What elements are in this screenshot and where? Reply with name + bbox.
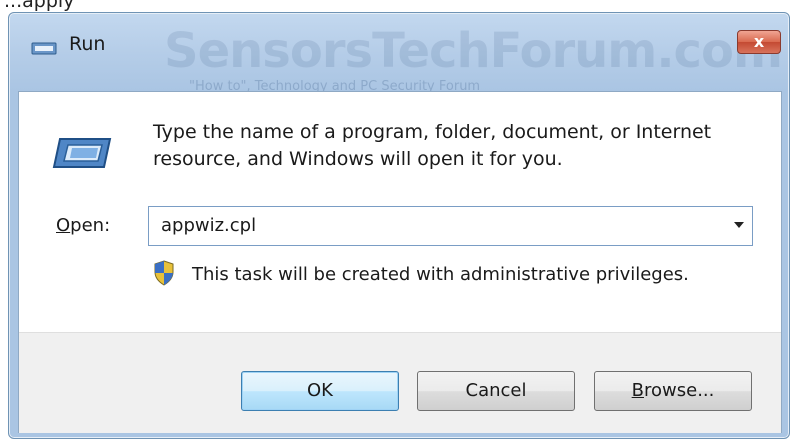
run-dialog: Run SensorsTechForum.com "How to", Techn… (8, 12, 790, 439)
close-button[interactable]: x (737, 30, 781, 54)
run-icon (52, 138, 112, 168)
admin-privileges-note: This task will be created with administr… (192, 264, 689, 285)
watermark: SensorsTechForum.com (164, 23, 783, 79)
open-combobox[interactable]: appwiz.cpl (148, 206, 753, 246)
dialog-body: Type the name of a program, folder, docu… (18, 91, 782, 433)
open-label: Open: (56, 215, 110, 236)
browse-button[interactable]: Browse... (594, 371, 752, 411)
button-bar: OK Cancel Browse... (19, 332, 781, 433)
open-label-accelerator: O (56, 215, 71, 236)
close-icon: x (753, 32, 765, 51)
dialog-description: Type the name of a program, folder, docu… (153, 121, 712, 170)
open-label-text: pen: (70, 215, 111, 236)
background-text-fragment: ...apply (4, 0, 75, 12)
open-input[interactable]: appwiz.cpl (161, 215, 256, 236)
window-title: Run (69, 33, 106, 55)
browse-accelerator: B (631, 380, 644, 401)
ok-button[interactable]: OK (241, 371, 399, 411)
background-window-fragment: ...apply (0, 0, 797, 12)
browse-label: rowse... (644, 380, 715, 401)
cancel-button[interactable]: Cancel (417, 371, 575, 411)
title-bar[interactable]: Run SensorsTechForum.com "How to", Techn… (9, 13, 789, 94)
chevron-down-icon[interactable] (734, 222, 744, 228)
run-icon (31, 42, 57, 55)
uac-shield-icon (154, 260, 174, 286)
